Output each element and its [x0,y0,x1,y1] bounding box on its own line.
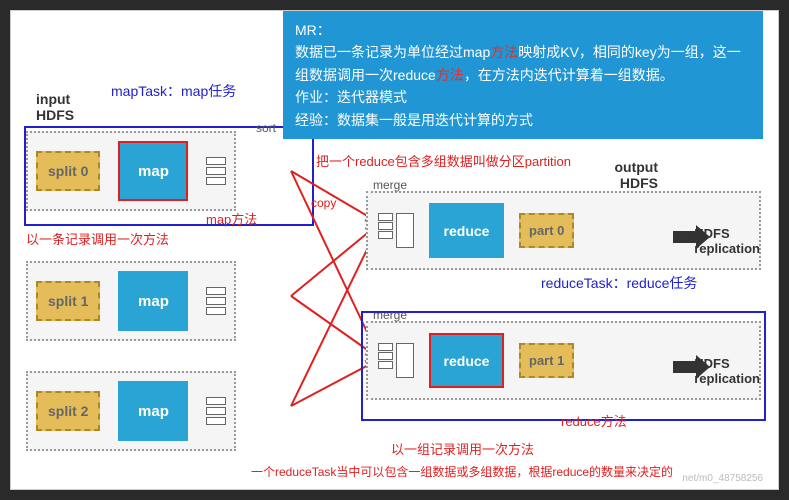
per-group-label: 以一组记录调用一次方法 [391,439,534,458]
diagram-page: MR： 数据已一条记录为单位经过map方法映射成KV，相同的key为一组，这一组… [10,10,779,490]
watermark: net/m0_48758256 [682,473,763,484]
split-group-2: split 2 map [26,371,236,451]
part-box-1: part 1 [519,343,574,378]
split-box-2: split 2 [36,391,100,431]
copy-label: copy [311,196,336,210]
map-box-2: map [118,381,188,441]
merge-label-0: merge [373,178,407,192]
explain-title: MR： [295,19,751,41]
merge-buffer-1 [378,343,414,378]
reduce-box-0: reduce [429,203,504,258]
split-group-1: split 1 map [26,261,236,341]
map-box-0: map [118,141,188,201]
hdfs-replication-1: HDFS replication [694,356,760,386]
sort-label: sort [256,121,276,135]
map-box-1: map [118,271,188,331]
hdfs-replication-0: HDFS replication [694,226,760,256]
partition-label: 把一个reduce包含多组数据叫做分区partition [316,151,571,170]
reduce-box-1: reduce [429,333,504,388]
reducetask-label: reduceTask：reduce任务 [541,273,697,293]
explain-line1: 数据已一条记录为单位经过map方法映射成KV，相同的key为一组，这一组数据调用… [295,41,751,86]
multi-group-label: 一个reduceTask当中可以包含一组数据或多组数据，根据reduce的数量来… [251,463,673,480]
per-record-label: 以一条记录调用一次方法 [26,229,169,248]
split-box-1: split 1 [36,281,100,321]
merge-buffer-0 [378,213,414,248]
split-box-0: split 0 [36,151,100,191]
maptask-label: mapTask：map任务 [111,81,236,101]
input-hdfs-label: input HDFS [36,91,74,123]
part-box-0: part 0 [519,213,574,248]
explain-line2: 作业：迭代器模式 [295,86,751,108]
explanation-box: MR： 数据已一条记录为单位经过map方法映射成KV，相同的key为一组，这一组… [283,11,763,139]
sort-buffer-2 [206,397,226,425]
reduce-method-label: reduce方法 [561,411,627,430]
sort-buffer-0 [206,157,226,185]
sort-buffer-1 [206,287,226,315]
merge-label-1: merge [373,308,407,322]
map-method-label: map方法 [206,209,257,228]
explain-line3: 经验：数据集一般是用迭代计算的方式 [295,109,751,131]
output-hdfs-label: output HDFS [614,159,658,191]
split-group-0: split 0 map [26,131,236,211]
